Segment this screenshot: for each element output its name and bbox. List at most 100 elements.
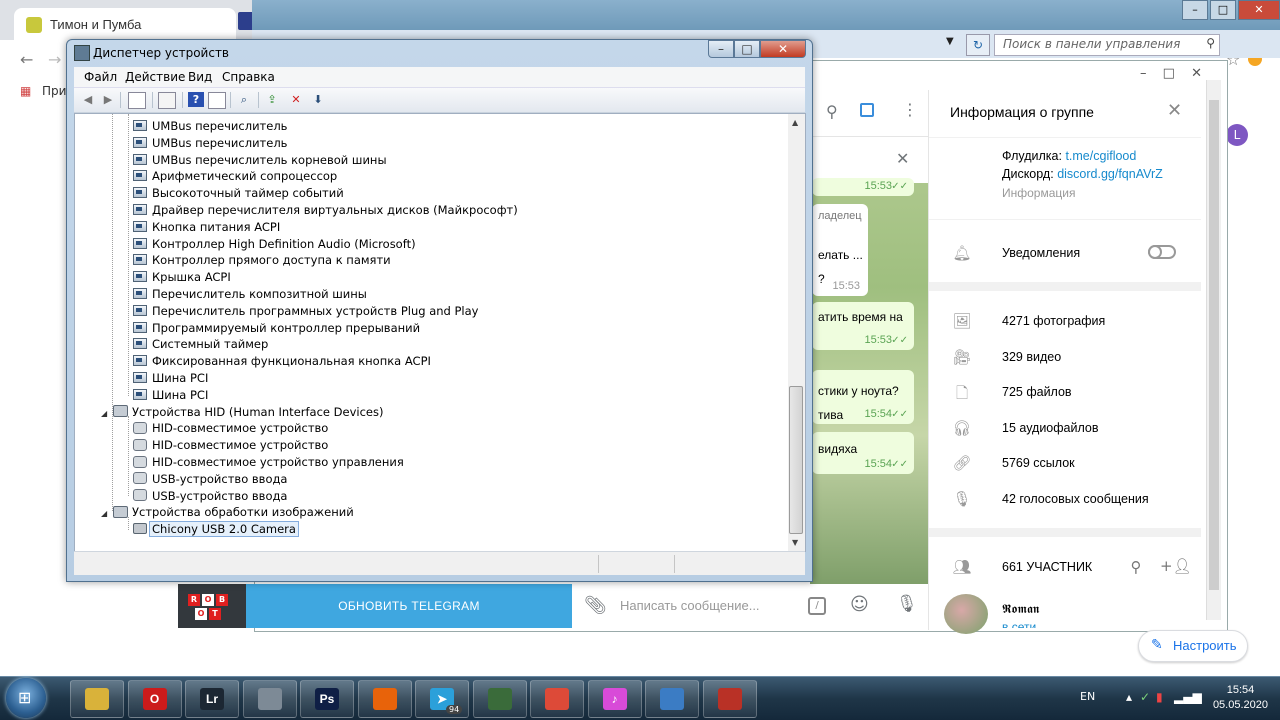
telegram-scrollbar[interactable] [1206, 80, 1221, 620]
clock[interactable]: 15:54 05.05.2020 [1213, 683, 1268, 713]
close-info-icon[interactable]: ✕ [1167, 100, 1182, 121]
disable-device-icon[interactable]: ⬇ [310, 92, 326, 107]
close-icon[interactable]: ✕ [1238, 0, 1280, 20]
browser-tab[interactable]: Тимон и Пумба [14, 8, 236, 40]
action-pane-icon[interactable] [208, 92, 226, 109]
uninstall-device-icon[interactable]: ✕ [288, 92, 304, 107]
language-indicator[interactable]: EN [1080, 690, 1095, 703]
collapse-arrow-icon[interactable]: ◢ [101, 405, 111, 422]
system-device-item[interactable]: Фиксированная функциональная кнопка ACPI [133, 353, 431, 370]
system-device-item[interactable]: Драйвер перечислителя виртуальных дисков… [133, 202, 518, 219]
add-member-icon[interactable]: +👤︎ [1160, 557, 1192, 575]
message-bubble[interactable]: ладелец елать ... ? 15:53 [812, 204, 868, 296]
menu-file[interactable]: Файл [84, 70, 117, 84]
notifications-toggle[interactable] [1148, 245, 1176, 259]
system-device-item[interactable]: Кнопка питания ACPI [133, 219, 280, 236]
forward-arrow-icon[interactable]: → [48, 50, 61, 69]
media-count-item[interactable]: 725 файлов [1002, 385, 1072, 399]
message-bubble[interactable]: 15:53 ✓✓ [812, 178, 914, 196]
system-device-item[interactable]: Шина PCI [133, 370, 208, 387]
composer-input[interactable]: Написать сообщение... [620, 598, 760, 613]
photoshop-taskbar-button[interactable]: Ps [300, 680, 354, 718]
scan-hardware-icon[interactable]: ⌕ [236, 92, 252, 107]
back-arrow-icon[interactable]: ← [20, 50, 33, 69]
member-avatar[interactable] [944, 594, 988, 634]
telegram-taskbar-button[interactable]: ➤ 94 [415, 680, 469, 718]
discord-link[interactable]: discord.gg/fqnAVrZ [1057, 167, 1163, 181]
emoji-icon[interactable]: ☺ [850, 594, 869, 615]
scroll-up-arrow-icon[interactable]: ▲ [792, 118, 798, 127]
hid-device-item[interactable]: USB-устройство ввода [133, 488, 287, 505]
system-device-item[interactable]: Контроллер прямого доступа к памяти [133, 252, 391, 269]
firefox-taskbar-button[interactable] [357, 680, 412, 718]
apps-grid-icon[interactable]: ▦ [20, 84, 31, 98]
media-count-item[interactable]: 5769 ссылок [1002, 456, 1075, 470]
system-device-item[interactable]: Перечислитель композитной шины [133, 286, 367, 303]
sidebar-toggle-icon[interactable] [860, 103, 874, 117]
hid-category[interactable]: ◢ Устройства HID (Human Interface Devices… [101, 404, 383, 421]
message-composer[interactable]: 📎︎ Написать сообщение... / ☺ 🎙︎ [572, 584, 928, 628]
media-count-item[interactable]: 42 голосовых сообщения [1002, 492, 1149, 506]
battery-icon[interactable]: ▮ [1156, 690, 1163, 704]
system-device-item[interactable]: Контроллер High Definition Audio (Micros… [133, 236, 416, 253]
search-icon[interactable]: ⚲ [1206, 36, 1215, 50]
message-bubble[interactable]: стики у ноута? тива 15:54 ✓✓ [812, 370, 914, 424]
minimize-button[interactable]: – [708, 40, 734, 58]
profile-avatar[interactable]: L [1226, 124, 1248, 146]
system-device-item[interactable]: Шина PCI [133, 387, 208, 404]
media-count-item[interactable]: 15 аудиофайлов [1002, 421, 1099, 435]
commands-icon[interactable]: / [808, 597, 826, 615]
maximize-icon[interactable]: □ [1210, 0, 1236, 20]
device-tree[interactable]: UMBus перечислитель UMBus перечислитель UM… [74, 113, 790, 552]
collapse-arrow-icon[interactable]: ◢ [101, 505, 111, 522]
hid-device-item[interactable]: HID-совместимое устройство [133, 420, 328, 437]
message-bubble[interactable]: атить время на 15:53 ✓✓ [812, 302, 914, 350]
hid-device-item[interactable]: HID-совместимое устройство [133, 437, 328, 454]
minimize-icon[interactable]: – [1140, 66, 1147, 81]
imaging-category[interactable]: ◢ Устройства обработки изображений [101, 504, 354, 521]
scrollbar-thumb[interactable] [789, 386, 803, 534]
tray-up-arrow-icon[interactable]: ▴ [1126, 690, 1132, 704]
system-device-item[interactable]: Высокоточный таймер событий [133, 185, 344, 202]
system-device-item[interactable]: UMBus перечислитель корневой шины [133, 152, 387, 169]
message-bubble[interactable]: видяха 15:54 ✓✓ [812, 432, 914, 474]
control-panel-search-input[interactable]: Поиск в панели управления ⚲ [994, 34, 1220, 56]
forward-icon[interactable]: ▶ [100, 92, 116, 107]
floodilka-link[interactable]: t.me/cgiflood [1065, 149, 1136, 163]
system-device-item[interactable]: UMBus перечислитель [133, 135, 287, 152]
system-device-item[interactable]: Арифметический сопроцессор [133, 168, 337, 185]
device-manager-taskbar-button[interactable] [702, 680, 757, 718]
update-driver-icon[interactable]: ⇪ [264, 92, 280, 107]
customize-button[interactable]: ✎ Настроить [1138, 630, 1248, 662]
more-vertical-icon[interactable]: ⋮ [902, 100, 918, 119]
attach-icon[interactable]: 📎︎ [584, 595, 607, 616]
media-count-item[interactable]: 4271 фотография [1002, 314, 1105, 328]
menu-help[interactable]: Справка [222, 70, 275, 84]
close-button[interactable]: ✕ [760, 40, 806, 58]
refresh-icon[interactable]: ↻ [966, 34, 990, 56]
maximize-button[interactable]: □ [734, 40, 760, 58]
task-manager-taskbar-button[interactable] [472, 680, 527, 718]
scrollbar-thumb[interactable] [1209, 100, 1219, 590]
file-explorer-taskbar-button[interactable] [70, 680, 124, 718]
control-panel-taskbar-button[interactable] [645, 680, 699, 718]
properties-icon[interactable] [158, 92, 176, 109]
opera-taskbar-button[interactable]: O [127, 680, 182, 718]
minimize-icon[interactable]: – [1182, 0, 1208, 20]
device-tree-scrollbar[interactable]: ▲ ▼ [788, 113, 806, 552]
update-telegram-button[interactable]: ОБНОВИТЬ TELEGRAM [246, 584, 572, 628]
close-icon[interactable]: ✕ [1191, 66, 1202, 81]
search-members-icon[interactable]: ⚲ [1126, 558, 1146, 576]
system-device-item[interactable]: Крышка ACPI [133, 269, 231, 286]
chrome-taskbar-button[interactable] [530, 680, 584, 718]
system-device-item[interactable]: Перечислитель программных устройств Plug… [133, 303, 478, 320]
address-dropdown-icon[interactable]: ▼ [946, 36, 954, 47]
system-device-item[interactable]: UMBus перечислитель [133, 118, 287, 135]
hid-device-item[interactable]: HID-совместимое устройство управления [133, 454, 404, 471]
network-icon[interactable]: ✓ [1140, 690, 1150, 704]
search-icon[interactable]: ⚲ [826, 102, 838, 121]
system-device-item[interactable]: Программируемый контроллер прерываний [133, 320, 420, 337]
show-hide-console-tree-icon[interactable] [128, 92, 146, 109]
microphone-icon[interactable]: 🎙︎ [896, 594, 918, 614]
maximize-icon[interactable]: □ [1163, 66, 1175, 81]
